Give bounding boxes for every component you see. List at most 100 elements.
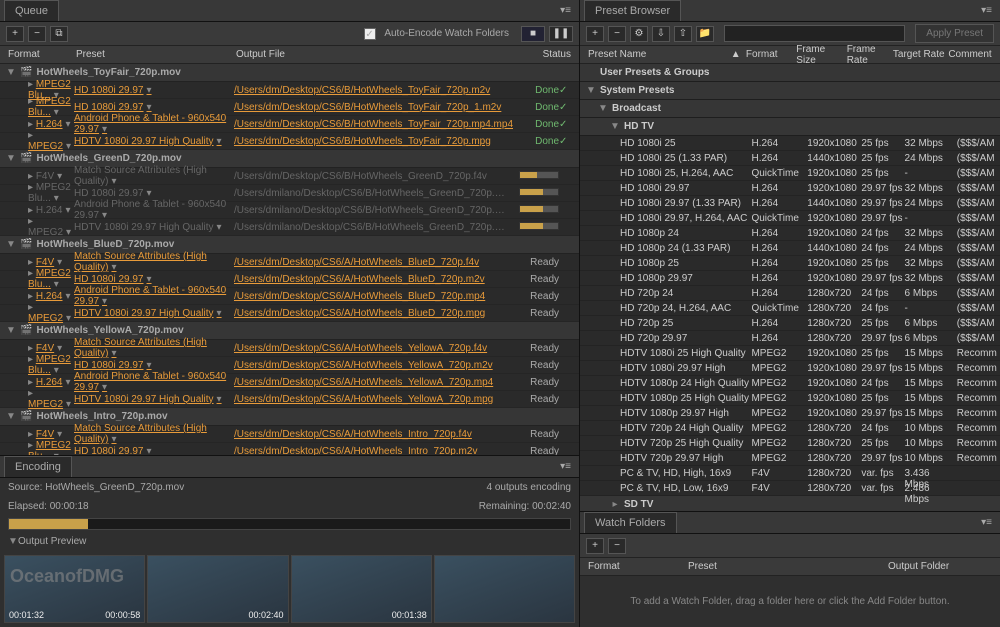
encoding-tab[interactable]: Encoding [4,456,72,477]
preset-row[interactable]: HD 1080i 25H.2641920x108025 fps32 Mbps($… [580,136,1000,151]
preset-row[interactable]: HD 1080p 24H.2641920x108024 fps32 Mbps($… [580,226,1000,241]
watch-empty-message: To add a Watch Folder, drag a folder her… [580,576,1000,627]
delete-preset-button[interactable]: − [608,26,626,42]
group-name[interactable]: HotWheels_GreenD_720p.mov [36,153,181,164]
preset-row[interactable]: HD 1080p 24 (1.33 PAR)H.2641440x108024 f… [580,241,1000,256]
encoding-source: Source: HotWheels_GreenD_720p.mov [8,482,184,493]
queue-row[interactable]: ▸ F4V▾Match Source Attributes (High Qual… [0,168,579,185]
preset-row[interactable]: HD 720p 24, H.264, AAC 48kHzQuickTime128… [580,301,1000,316]
panel-menu-icon[interactable]: ▾≡ [977,517,996,528]
twisty-icon[interactable]: ▼ [6,239,16,250]
panel-menu-icon[interactable]: ▾≡ [556,5,575,16]
queue-row[interactable]: ▸ MPEG2 Blu...▾HD 1080i 29.97▾/Users/dm/… [0,443,579,455]
col-preset-name: Preset Name [588,49,731,60]
elapsed-label: Elapsed: 00:00:18 [8,501,89,512]
queue-row[interactable]: ▸ H.264▾Android Phone & Tablet - 960x540… [0,116,579,133]
twisty-icon[interactable]: ▼ [6,153,16,164]
preview-row: 00:01:3200:00:5800:02:4000:01:38 [0,551,579,627]
preset-row[interactable]: HD 720p 29.97H.2641280x72029.97 fps6 Mbp… [580,331,1000,346]
queue-row[interactable]: ▸ F4V▾Match Source Attributes (High Qual… [0,426,579,443]
preview-thumbnail [434,555,575,623]
preview-thumbnail: 00:01:38 [291,555,432,623]
preset-row[interactable]: HD 1080p 25H.2641920x108025 fps32 Mbps($… [580,256,1000,271]
queue-row[interactable]: ▸ MPEG2▾HDTV 1080i 29.97 High Quality▾/U… [0,133,579,150]
preset-browser-tab[interactable]: Preset Browser [584,0,681,21]
preview-thumbnail: 00:02:40 [147,555,288,623]
stop-button[interactable]: ■ [521,26,545,42]
col-status: Status [521,49,571,60]
col-target: Target Rate [893,49,948,60]
apply-preset-button[interactable]: Apply Preset [915,24,994,43]
col-framesize: Frame Size [796,44,846,66]
queue-row[interactable]: ▸ MPEG2▾HDTV 1080i 29.97 High Quality▾/U… [0,305,579,322]
col-output-folder: Output Folder [888,561,949,572]
new-preset-button[interactable]: + [586,26,604,42]
duplicate-button[interactable]: ⧉ [50,26,68,42]
preset-group[interactable]: ▼Broadcast [580,100,1000,118]
import-preset-button[interactable]: ⇩ [652,26,670,42]
preset-row[interactable]: HDTV 1080p 29.97 High QualityMPEG21920x1… [580,406,1000,421]
panel-menu-icon[interactable]: ▾≡ [556,461,575,472]
preset-row[interactable]: HD 1080i 25, H.264, AAC 48kHzQuickTime19… [580,166,1000,181]
preset-search-input[interactable] [724,25,905,42]
queue-row[interactable]: ▸ H.264▾Android Phone & Tablet - 960x540… [0,288,579,305]
preset-row[interactable]: HDTV 720p 24 High QualityMPEG21280x72024… [580,421,1000,436]
col-preset: Preset [76,49,236,60]
group-name[interactable]: HotWheels_Intro_720p.mov [36,411,167,422]
preset-row[interactable]: HD 720p 24H.2641280x72024 fps6 Mbps($$$/… [580,286,1000,301]
add-watch-button[interactable]: + [586,538,604,554]
add-source-button[interactable]: + [6,26,24,42]
queue-row[interactable]: ▸ MPEG2 Blu...▾HD 1080i 29.97▾/Users/dm/… [0,82,579,99]
queue-row[interactable]: ▸ MPEG2▾HDTV 1080i 29.97 High Quality▾/U… [0,391,579,408]
group-name[interactable]: HotWheels_BlueD_720p.mov [36,239,174,250]
queue-row[interactable]: ▸ H.264▾Android Phone & Tablet - 960x540… [0,374,579,391]
preset-row[interactable]: HDTV 1080p 24 High QualityMPEG21920x1080… [580,376,1000,391]
queue-list[interactable]: ▼🎬HotWheels_ToyFair_720p.mov▸ MPEG2 Blu.… [0,64,579,455]
group-name[interactable]: HotWheels_ToyFair_720p.mov [36,67,180,78]
preset-folder-button[interactable]: 📁 [696,26,714,42]
pause-button[interactable]: ❚❚ [549,26,573,42]
encoding-progress [8,518,571,530]
panel-menu-icon[interactable]: ▾≡ [977,5,996,16]
preset-row[interactable]: PC & TV, HD, Low, 16x9F4V1280x720var. fp… [580,481,1000,496]
auto-encode-label: Auto-Encode Watch Folders [384,28,509,39]
col-format: Format [8,49,76,60]
remaining-label: Remaining: 00:02:40 [479,501,571,512]
twisty-icon[interactable]: ▼ [6,411,16,422]
remove-button[interactable]: − [28,26,46,42]
auto-encode-checkbox[interactable]: ✓ [364,28,376,40]
preset-row[interactable]: PC & TV, HD, High, 16x9F4V1280x720var. f… [580,466,1000,481]
export-preset-button[interactable]: ⇧ [674,26,692,42]
queue-row[interactable]: ▸ F4V▾Match Source Attributes (High Qual… [0,340,579,357]
preset-settings-button[interactable]: ⚙ [630,26,648,42]
col-comment: Comment [948,49,992,60]
preset-row[interactable]: HD 720p 25H.2641280x72025 fps6 Mbps($$$/… [580,316,1000,331]
preset-row[interactable]: HD 1080i 29.97 (1.33 PAR)H.2641440x10802… [580,196,1000,211]
preset-row[interactable]: HDTV 720p 25 High QualityMPEG21280x72025… [580,436,1000,451]
output-preview-label[interactable]: Output Preview [18,536,86,547]
preset-row[interactable]: HDTV 1080i 25 High QualityMPEG21920x1080… [580,346,1000,361]
preset-row[interactable]: HD 1080p 29.97H.2641920x108029.97 fps32 … [580,271,1000,286]
preset-group[interactable]: ▸SD TV [580,496,1000,511]
twisty-icon[interactable]: ▼ [6,325,16,336]
preset-group[interactable]: User Presets & Groups [580,64,1000,82]
twisty-icon[interactable]: ▼ [6,67,16,78]
group-name[interactable]: HotWheels_YellowA_720p.mov [36,325,183,336]
watch-folders-tab[interactable]: Watch Folders [584,512,677,533]
preset-row[interactable]: HDTV 1080i 29.97 High QualityMPEG21920x1… [580,361,1000,376]
preset-row[interactable]: HD 1080i 29.97H.2641920x108029.97 fps32 … [580,181,1000,196]
col-framerate: Frame Rate [847,44,893,66]
preset-row[interactable]: HD 1080i 25 (1.33 PAR)H.2641440x108025 f… [580,151,1000,166]
preset-row[interactable]: HDTV 720p 29.97 High QualityMPEG21280x72… [580,451,1000,466]
preset-row[interactable]: HD 1080i 29.97, H.264, AAC 48kHzQuickTim… [580,211,1000,226]
preset-group[interactable]: ▼HD TV [580,118,1000,136]
queue-tab[interactable]: Queue [4,0,59,21]
queue-row[interactable]: ▸ F4V▾Match Source Attributes (High Qual… [0,254,579,271]
remove-watch-button[interactable]: − [608,538,626,554]
queue-row[interactable]: ▸ MPEG2▾HDTV 1080i 29.97 High Quality▾/U… [0,219,579,236]
col-preset: Preset [688,561,888,572]
preset-row[interactable]: HDTV 1080p 25 High QualityMPEG21920x1080… [580,391,1000,406]
preset-list[interactable]: User Presets & Groups▼System Presets▼Bro… [580,64,1000,511]
queue-row[interactable]: ▸ H.264▾Android Phone & Tablet - 960x540… [0,202,579,219]
preset-group[interactable]: ▼System Presets [580,82,1000,100]
